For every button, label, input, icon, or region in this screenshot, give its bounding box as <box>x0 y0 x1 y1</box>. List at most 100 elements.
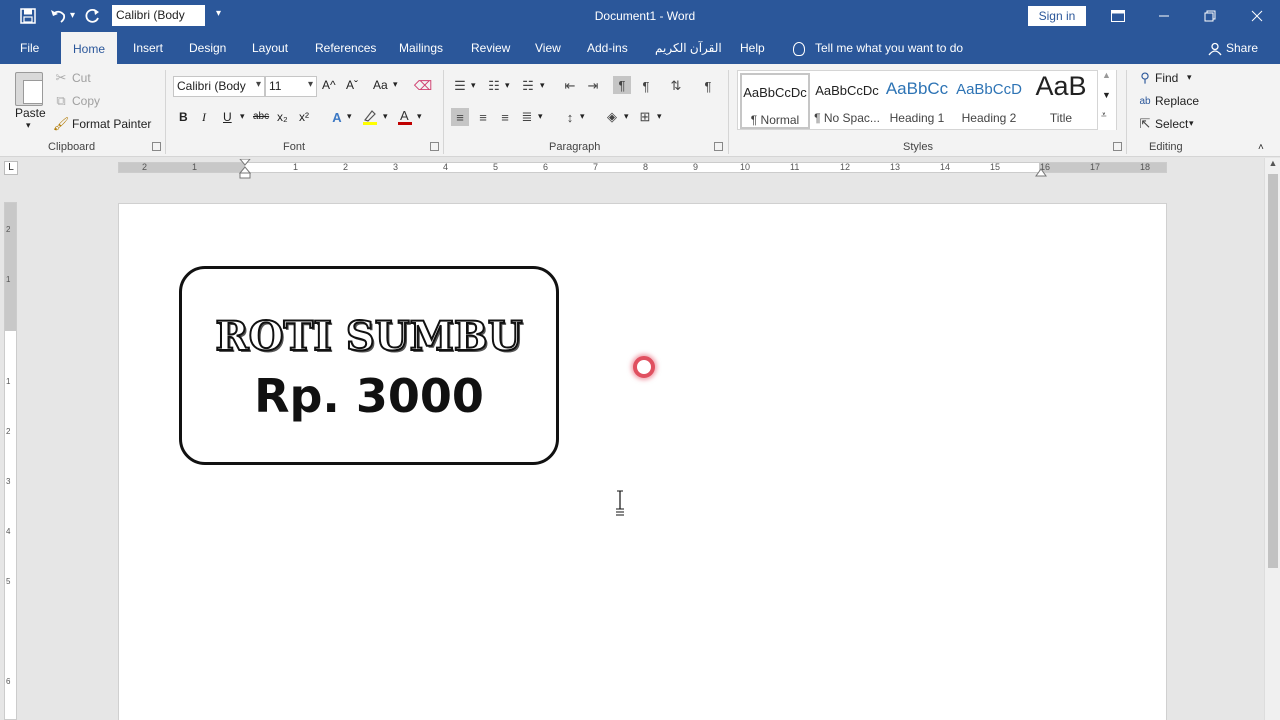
select-dropdown-icon[interactable]: ▾ <box>1189 118 1194 129</box>
text-effects-dropdown-icon[interactable]: ▾ <box>347 111 352 122</box>
multilevel-list-icon[interactable]: ☵ <box>519 77 537 95</box>
redo-icon[interactable] <box>83 6 103 26</box>
clipboard-launcher-icon[interactable] <box>152 142 161 151</box>
show-marks-icon[interactable]: ¶ <box>699 77 717 95</box>
justify-icon[interactable]: ≣ <box>518 108 536 126</box>
style-heading-1[interactable]: AaBbCc Heading 1 <box>882 73 952 129</box>
borders-icon[interactable]: ⊞ <box>636 108 654 126</box>
decrease-indent-icon[interactable]: ⇤ <box>561 77 579 95</box>
numbering-dropdown-icon[interactable]: ▾ <box>505 80 510 91</box>
underline-button[interactable]: U <box>223 110 232 124</box>
horizontal-ruler[interactable]: 2 1 1 2 3 4 5 6 7 8 9 10 11 12 13 14 15 … <box>118 159 1167 179</box>
styles-up-icon[interactable]: ▲ <box>1102 70 1111 80</box>
paste-dropdown-icon[interactable]: ▾ <box>26 120 31 131</box>
tab-design[interactable]: Design <box>187 32 228 64</box>
shading-dropdown-icon[interactable]: ▾ <box>624 111 629 122</box>
shading-icon[interactable]: ◈ <box>603 108 621 126</box>
label-title-text[interactable]: ROTI SUMBU <box>182 312 556 361</box>
text-effects-icon[interactable]: A <box>328 108 346 126</box>
change-case-dropdown-icon[interactable]: ▾ <box>393 79 398 90</box>
style-normal[interactable]: AaBbCcDc ¶ Normal <box>740 73 810 129</box>
tab-file[interactable]: File <box>18 32 41 64</box>
superscript-button[interactable]: x² <box>299 110 309 124</box>
styles-launcher-icon[interactable] <box>1113 142 1122 151</box>
rounded-rectangle-shape[interactable]: ROTI SUMBU Rp. 3000 <box>179 266 559 465</box>
grow-font-button[interactable]: A^ <box>322 78 336 92</box>
line-spacing-icon[interactable]: ↕ <box>561 108 579 126</box>
borders-dropdown-icon[interactable]: ▾ <box>657 111 662 122</box>
align-left-icon[interactable]: ≡ <box>451 108 469 126</box>
tab-view[interactable]: View <box>533 32 563 64</box>
vertical-scrollbar[interactable]: ▲ <box>1264 158 1280 720</box>
style-title[interactable]: AaB Title <box>1026 71 1096 129</box>
find-dropdown-icon[interactable]: ▾ <box>1187 72 1192 83</box>
tab-help[interactable]: Help <box>738 32 767 64</box>
paste-button[interactable]: Paste <box>15 106 46 120</box>
numbering-icon[interactable]: ☷ <box>485 77 503 95</box>
qat-font-combo[interactable]: Calibri (Body <box>112 5 205 26</box>
highlight-dropdown-icon[interactable]: ▾ <box>383 111 388 122</box>
styles-more-icon[interactable]: ⩡ <box>1101 110 1107 121</box>
sign-in-button[interactable]: Sign in <box>1028 6 1086 26</box>
tab-add-ins[interactable]: Add-ins <box>585 32 630 64</box>
bold-button[interactable]: B <box>179 110 188 124</box>
copy-button[interactable]: Copy <box>72 94 100 108</box>
font-color-dropdown-icon[interactable]: ▾ <box>417 111 422 122</box>
select-button[interactable]: Select <box>1155 117 1188 131</box>
tab-review[interactable]: Review <box>469 32 512 64</box>
font-size-combo[interactable]: 11 ▾ <box>265 76 317 97</box>
close-icon[interactable] <box>1247 6 1267 26</box>
replace-button[interactable]: Replace <box>1155 94 1199 108</box>
highlight-icon[interactable] <box>361 108 379 126</box>
tab-selector[interactable]: L <box>4 161 18 175</box>
increase-indent-icon[interactable]: ⇥ <box>584 77 602 95</box>
font-name-combo[interactable]: Calibri (Body ▾ <box>173 76 265 97</box>
clear-formatting-icon[interactable]: ⌫ <box>414 77 432 95</box>
save-icon[interactable] <box>18 6 38 26</box>
multilevel-dropdown-icon[interactable]: ▾ <box>540 80 545 91</box>
minimize-icon[interactable] <box>1154 6 1174 26</box>
strikethrough-button[interactable]: abc <box>253 111 269 122</box>
styles-down-icon[interactable]: ▼ <box>1102 90 1111 100</box>
scroll-up-icon[interactable]: ▲ <box>1265 158 1280 172</box>
document-page[interactable]: ROTI SUMBU Rp. 3000 <box>118 203 1167 720</box>
justify-dropdown-icon[interactable]: ▾ <box>538 111 543 122</box>
tab-insert[interactable]: Insert <box>131 32 165 64</box>
paste-icon[interactable] <box>15 72 43 106</box>
vertical-ruler[interactable]: 2 1 1 2 3 4 5 6 <box>4 202 17 720</box>
subscript-button[interactable]: x₂ <box>277 110 288 124</box>
rtl-direction-icon[interactable]: ¶ <box>637 77 655 95</box>
align-right-icon[interactable]: ≡ <box>496 108 514 126</box>
change-case-button[interactable]: Aa <box>373 78 388 92</box>
font-color-icon[interactable]: A <box>396 108 414 126</box>
font-launcher-icon[interactable] <box>430 142 439 151</box>
ltr-direction-icon[interactable]: ¶ <box>613 76 631 94</box>
first-line-indent-marker[interactable] <box>239 159 251 179</box>
find-button[interactable]: Find <box>1155 71 1178 85</box>
paragraph-launcher-icon[interactable] <box>714 142 723 151</box>
tab-layout[interactable]: Layout <box>250 32 290 64</box>
format-painter-button[interactable]: Format Painter <box>72 117 151 131</box>
collapse-ribbon-icon[interactable]: ˄ <box>1258 142 1264 153</box>
tab-home[interactable]: Home <box>61 32 118 64</box>
style-heading-2[interactable]: AaBbCcD Heading 2 <box>954 73 1024 129</box>
align-center-icon[interactable]: ≡ <box>474 108 492 126</box>
line-spacing-dropdown-icon[interactable]: ▾ <box>580 111 585 122</box>
undo-icon[interactable] <box>48 6 68 26</box>
shrink-font-button[interactable]: Aˇ <box>346 78 358 92</box>
tab-mailings[interactable]: Mailings <box>397 32 445 64</box>
cut-button[interactable]: Cut <box>72 71 91 85</box>
undo-dropdown-icon[interactable]: ▾ <box>70 10 75 21</box>
tab-quran[interactable]: القرآن الكريم <box>653 32 724 64</box>
tell-me-search[interactable]: Tell me what you want to do <box>793 32 963 64</box>
tab-references[interactable]: References <box>313 32 378 64</box>
right-indent-marker[interactable] <box>1035 167 1047 177</box>
sort-icon[interactable]: ⇅ <box>667 77 685 95</box>
bullets-icon[interactable]: ☰ <box>451 77 469 95</box>
restore-icon[interactable] <box>1200 6 1220 26</box>
customize-qat-icon[interactable]: ▾ <box>216 8 221 19</box>
style-no-spacing[interactable]: AaBbCcDc ¶ No Spac... <box>812 73 882 129</box>
italic-button[interactable]: I <box>202 110 206 125</box>
share-button[interactable]: Share <box>1208 32 1258 64</box>
ribbon-display-icon[interactable] <box>1108 6 1128 26</box>
